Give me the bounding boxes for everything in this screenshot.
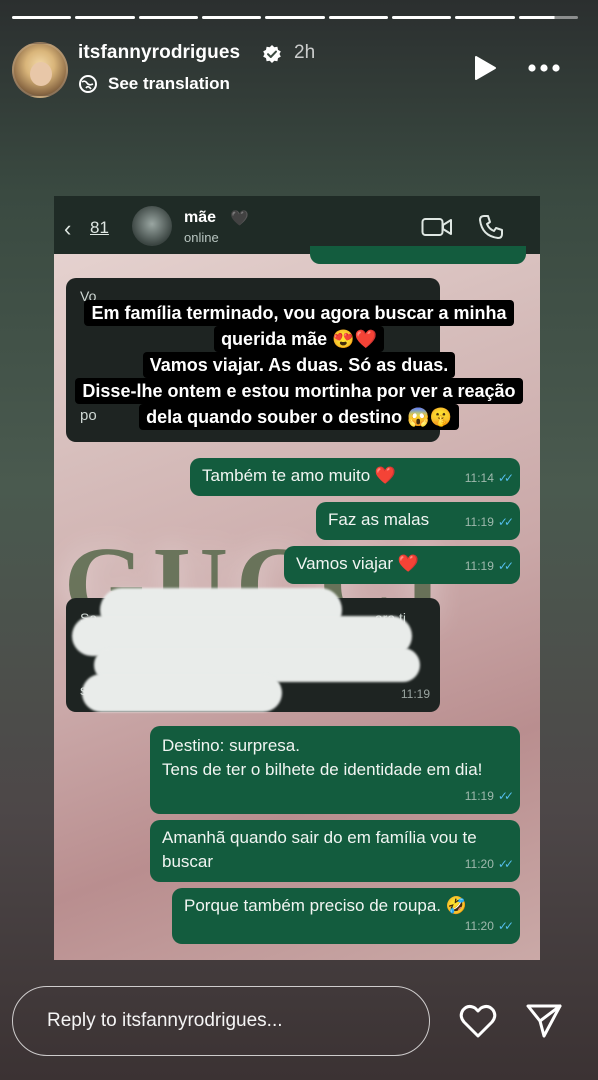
progress-segment [138,16,198,19]
see-translation-link[interactable]: See translation [78,74,230,94]
message-time: 11:20 [464,857,494,871]
progress-segment [265,16,325,19]
message-time: 11:19 [400,687,430,701]
message-time: 11:14 [464,471,494,485]
message-time: 11:19 [464,559,494,573]
progress-segment [12,16,72,19]
message-bubble: Também te amo muito ❤️ 11:14 ✓✓ [190,458,520,496]
message-bubble: Vamos viajar ❤️ 11:19 ✓✓ [284,546,520,584]
progress-segment [328,16,388,19]
post-time: 2h [294,42,316,63]
message-text: Amanhã quando sair do em família vou te … [162,828,477,871]
reply-placeholder: Reply to itsfannyrodrigues... [47,1010,283,1031]
message-text: Faz as malas [328,510,430,529]
read-ticks-icon: ✓✓ [497,919,514,933]
read-ticks-icon: ✓✓ [497,789,514,803]
message-bubble: Porque também preciso de roupa. 🤣 11:20 ✓… [172,888,520,944]
username[interactable]: itsfannyrodrigues [78,42,240,64]
contact-name: mãe [184,209,217,226]
message-time: 11:19 [464,515,494,529]
translate-icon [79,75,97,93]
caption-line: querida mãe 😍❤️ [214,326,384,352]
profile-avatar[interactable] [12,42,68,98]
read-ticks-icon: ✓✓ [497,515,514,529]
message-bubble: Destino: surpresa. Tens de ter o bilhete… [150,726,520,814]
caption-line: Disse-lhe ontem e estou mortinha por ver… [75,378,523,404]
message-bubble: Faz as malas 11:19 ✓✓ [316,502,520,540]
back-chevron-icon: ‹ [64,216,72,241]
see-translation-label: See translation [108,74,230,93]
contact-emoji: 🖤 [230,210,249,227]
verified-badge-icon [263,45,281,63]
progress-segment [391,16,452,19]
reply-input[interactable]: Reply to itsfannyrodrigues... [12,986,430,1056]
message-time: 11:19 [464,789,494,803]
redaction-scribble [82,674,282,712]
progress-segment [201,16,262,19]
story-progress [12,16,578,19]
read-ticks-icon: ✓✓ [497,559,514,573]
message-bubble-partial [310,246,526,264]
progress-segment-current [518,16,578,19]
send-direct-icon[interactable] [524,1002,564,1040]
contact-avatar [132,206,172,246]
caption-line: Vamos viajar. As duas. Só as duas. [142,352,456,378]
unread-count: 81 [90,218,109,237]
phone-call-icon [479,215,503,239]
caption-line: Em família terminado, vou agora buscar a… [84,300,514,326]
message-bubble: Amanhã quando sair do em família vou te … [150,820,520,882]
progress-segment [75,16,135,19]
like-heart-icon[interactable] [458,1002,498,1040]
message-text: Destino: surpresa. Tens de ter o bilhete… [162,736,483,779]
message-text: Porque também preciso de roupa. 🤣 [184,896,467,915]
read-ticks-icon: ✓✓ [497,471,514,485]
story-caption: Em família terminado, vou agora buscar a… [0,300,598,430]
caption-line: dela quando souber o destino 😱🤫 [139,404,459,430]
play-icon[interactable] [472,54,498,82]
message-text: Também te amo muito ❤️ [202,466,397,485]
read-ticks-icon: ✓✓ [497,857,514,871]
video-call-icon [421,218,452,236]
message-text: Vamos viajar ❤️ [296,554,419,573]
contact-status: online [184,230,219,245]
more-options-icon[interactable] [526,58,562,78]
progress-segment [455,16,515,19]
message-time: 11:20 [464,919,494,933]
